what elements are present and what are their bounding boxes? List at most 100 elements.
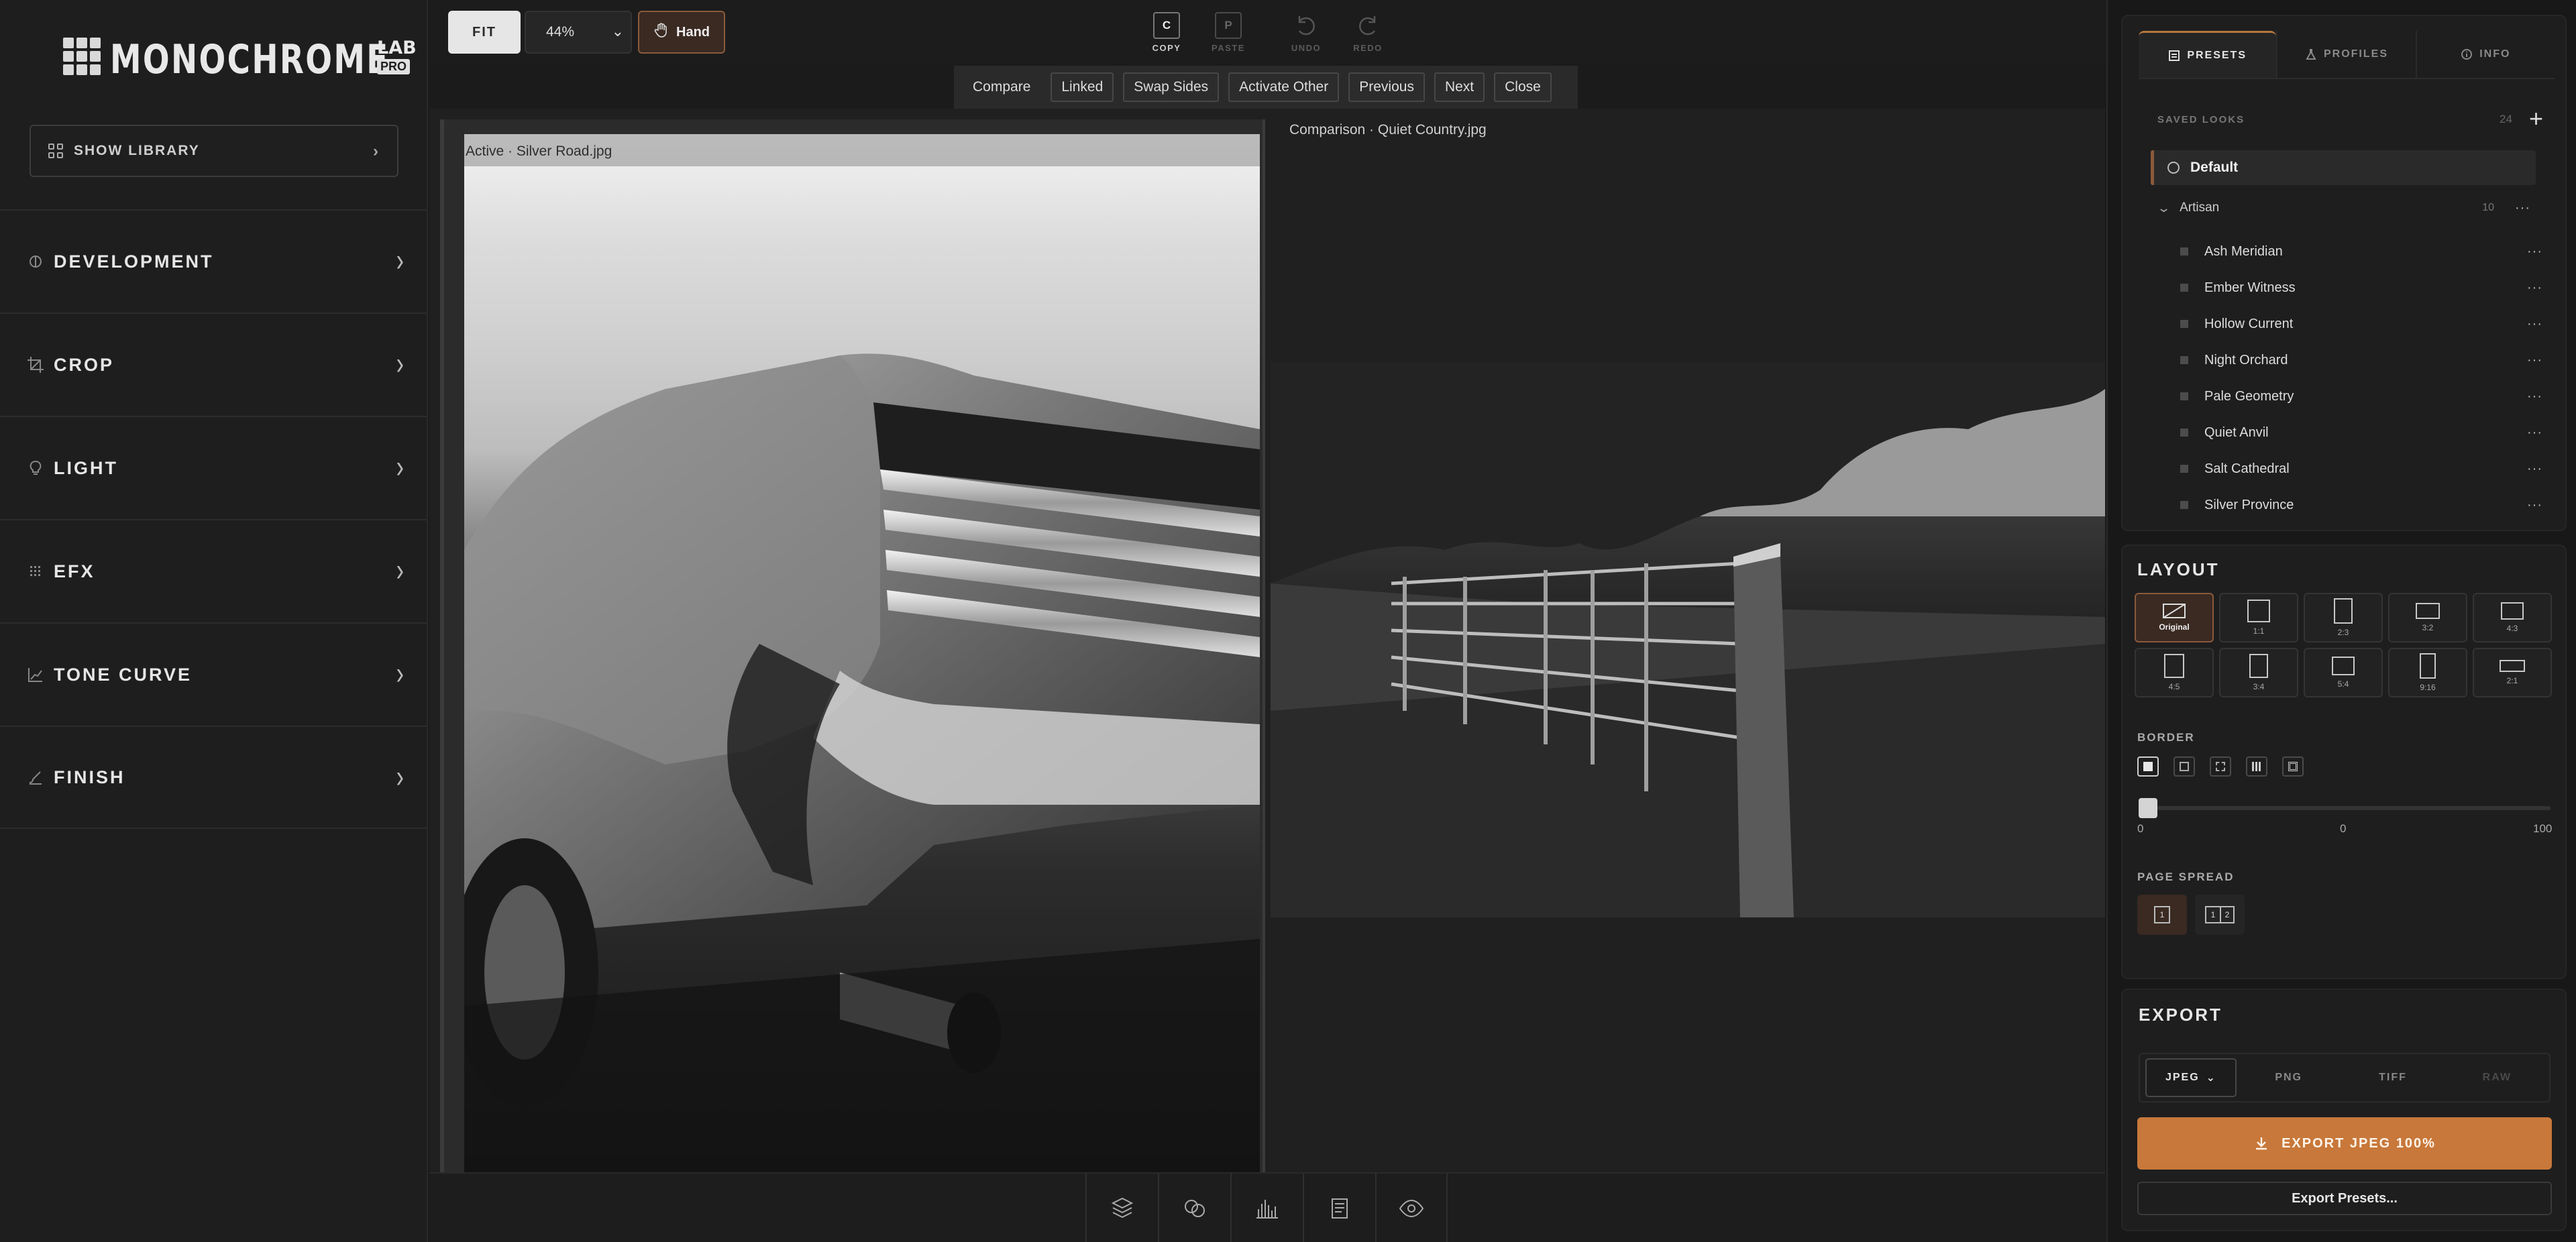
border-heading: BORDER — [2137, 731, 2195, 744]
add-preset-button[interactable]: + — [2529, 105, 2543, 133]
next-button[interactable]: Next — [1434, 72, 1485, 102]
ratio-1-1[interactable]: 1:1 — [2219, 593, 2298, 642]
ratio-3-2[interactable]: 3:2 — [2388, 593, 2467, 642]
channels-button[interactable] — [1158, 1174, 1230, 1242]
more-icon[interactable]: ··· — [2527, 498, 2542, 513]
section-development[interactable]: DEVELOPMENT › — [0, 209, 427, 313]
linked-toggle[interactable]: Linked — [1051, 72, 1114, 102]
spread-single-button[interactable]: 1 — [2137, 895, 2187, 935]
tab-profiles[interactable]: PROFILES — [2276, 31, 2415, 78]
undo-button[interactable]: UNDO — [1283, 12, 1330, 55]
list-item[interactable]: Salt Cathedral ··· — [2180, 451, 2542, 487]
redo-button[interactable]: REDO — [1344, 12, 1391, 55]
logo-lab: LAB — [377, 38, 417, 58]
previous-button[interactable]: Previous — [1348, 72, 1425, 102]
border-solid-button[interactable] — [2137, 756, 2159, 777]
tab-presets[interactable]: PRESETS — [2139, 31, 2277, 78]
format-jpeg[interactable]: JPEG ⌄ — [2145, 1058, 2237, 1097]
radio-icon — [2167, 162, 2180, 174]
layers-button[interactable] — [1085, 1174, 1158, 1242]
section-light[interactable]: LIGHT › — [0, 416, 427, 519]
border-dashed-button[interactable] — [2210, 756, 2231, 777]
slider-min-label: 0 — [2137, 822, 2144, 835]
ratio-2-1[interactable]: 2:1 — [2473, 648, 2552, 697]
swatch-icon — [2180, 465, 2188, 473]
copy-button[interactable]: C COPY — [1143, 12, 1190, 55]
export-heading: EXPORT — [2139, 1005, 2222, 1025]
ratio-label: 4:5 — [2168, 682, 2180, 691]
tab-info[interactable]: INFO — [2415, 31, 2555, 78]
border-film-button[interactable] — [2246, 756, 2267, 777]
preset-label: Hollow Current — [2204, 316, 2294, 331]
spread-double-button[interactable]: 1 2 — [2195, 895, 2245, 935]
preset-group-artisan[interactable]: ⌄ Artisan 10 ··· — [2157, 197, 2534, 219]
ratio-4-3[interactable]: 4:3 — [2473, 593, 2552, 642]
close-compare-button[interactable]: Close — [1494, 72, 1552, 102]
more-icon[interactable]: ··· — [2527, 389, 2542, 404]
border-slider[interactable] — [2139, 798, 2551, 818]
pages-button[interactable] — [1303, 1174, 1375, 1242]
list-item[interactable]: Quiet Anvil ··· — [2180, 414, 2542, 451]
layout-heading: LAYOUT — [2137, 559, 2220, 579]
border-styles — [2137, 756, 2304, 777]
border-frame-button[interactable] — [2282, 756, 2304, 777]
format-tiff[interactable]: TIFF — [2341, 1072, 2445, 1084]
show-library-button[interactable]: SHOW LIBRARY › — [30, 125, 398, 177]
swap-sides-button[interactable]: Swap Sides — [1123, 72, 1220, 102]
ratio-3-4[interactable]: 3:4 — [2219, 648, 2298, 697]
square-icon — [2247, 600, 2270, 622]
page-spread-heading: PAGE SPREAD — [2137, 870, 2235, 883]
list-item[interactable]: Night Orchard ··· — [2180, 342, 2542, 378]
landscape-icon — [2332, 657, 2355, 675]
more-icon[interactable]: ··· — [2527, 244, 2542, 260]
section-crop[interactable]: CROP › — [0, 313, 427, 416]
ratio-2-3[interactable]: 2:3 — [2304, 593, 2383, 642]
comparison-image[interactable] — [1271, 362, 2105, 917]
export-presets-button[interactable]: Export Presets... — [2137, 1182, 2552, 1215]
more-icon[interactable]: ··· — [2527, 461, 2542, 477]
section-efx[interactable]: EFX › — [0, 519, 427, 622]
view-tools — [1085, 1174, 1448, 1242]
logo-mark — [63, 38, 101, 75]
list-item[interactable]: Ash Meridian ··· — [2180, 233, 2542, 270]
left-page-icon: 1 — [2205, 906, 2220, 923]
more-icon[interactable]: ··· — [2527, 425, 2542, 441]
slider-handle[interactable] — [2139, 798, 2157, 818]
preview-button[interactable] — [1375, 1174, 1448, 1242]
ratio-4-5[interactable]: 4:5 — [2135, 648, 2214, 697]
section-tone-curve[interactable]: TONE CURVE › — [0, 622, 427, 726]
format-raw[interactable]: RAW — [2445, 1072, 2549, 1084]
border-none-button[interactable] — [2174, 756, 2195, 777]
export-button[interactable]: EXPORT JPEG 100% — [2137, 1117, 2552, 1170]
right-page-icon: 2 — [2220, 906, 2235, 923]
ratio-5-4[interactable]: 5:4 — [2304, 648, 2383, 697]
pages-icon — [1332, 1198, 1348, 1219]
section-label: FINISH — [54, 767, 125, 787]
activate-other-button[interactable]: Activate Other — [1228, 72, 1340, 102]
ratio-9-16[interactable]: 9:16 — [2388, 648, 2467, 697]
preset-label: Ember Witness — [2204, 280, 2296, 295]
border-none-icon — [2180, 762, 2189, 771]
preset-default[interactable]: Default — [2151, 150, 2536, 185]
ratio-original[interactable]: Original — [2135, 593, 2214, 642]
paste-button[interactable]: P PASTE — [1205, 12, 1252, 55]
list-item[interactable]: Silver Province ··· — [2180, 487, 2542, 523]
active-pane[interactable]: Active · Silver Road.jpg — [440, 119, 1265, 1187]
zoom-select[interactable]: 44% ⌄ — [525, 11, 632, 54]
fit-button[interactable]: FIT — [448, 11, 521, 54]
layout-card: LAYOUT Original 1:1 2:3 3:2 4:3 4:5 3:4 … — [2121, 545, 2567, 979]
more-icon[interactable]: ··· — [2527, 353, 2542, 368]
more-icon[interactable]: ··· — [2527, 317, 2542, 332]
format-png[interactable]: PNG — [2237, 1072, 2341, 1084]
active-image[interactable]: Active · Silver Road.jpg — [464, 134, 1260, 1187]
more-icon[interactable]: ··· — [2515, 201, 2530, 216]
crop-icon — [27, 356, 44, 374]
ratio-label: 1:1 — [2253, 626, 2265, 636]
list-item[interactable]: Pale Geometry ··· — [2180, 378, 2542, 414]
list-item[interactable]: Hollow Current ··· — [2180, 306, 2542, 342]
list-item[interactable]: Ember Witness ··· — [2180, 270, 2542, 306]
section-finish[interactable]: FINISH › — [0, 726, 427, 829]
hand-tool-button[interactable]: Hand — [638, 11, 725, 54]
histogram-button[interactable] — [1230, 1174, 1303, 1242]
more-icon[interactable]: ··· — [2527, 280, 2542, 296]
